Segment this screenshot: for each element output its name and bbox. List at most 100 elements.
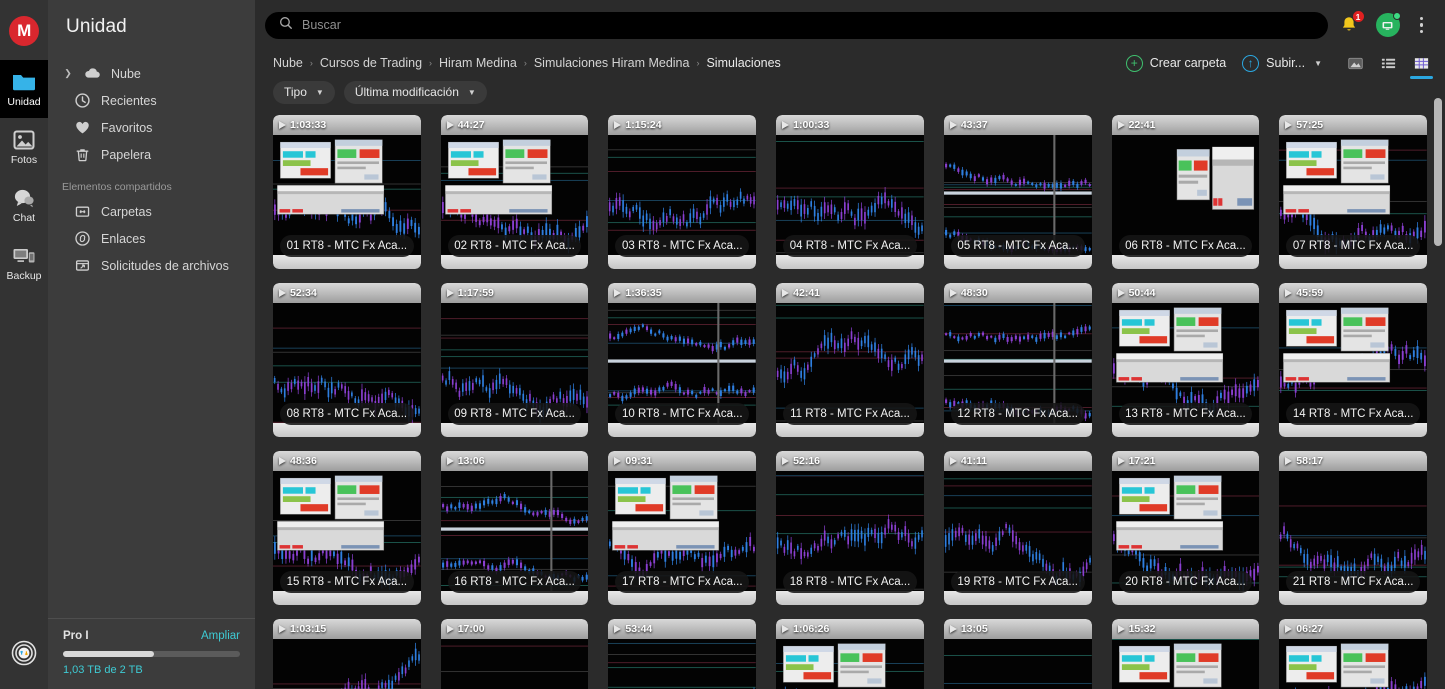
cloud-icon	[84, 65, 101, 82]
file-card[interactable]: 17:21 20 RT8 - MTC Fx Aca...	[1111, 451, 1260, 605]
play-icon	[614, 289, 622, 297]
sidebar-label-carpetas: Carpetas	[101, 204, 152, 219]
rail-item-chat[interactable]: Chat	[0, 176, 48, 234]
plus-circle-icon: +	[1125, 54, 1143, 72]
sidebar-label-papelera: Papelera	[101, 147, 152, 162]
notifications-button[interactable]: 1	[1338, 10, 1365, 36]
breadcrumb-row: Nube › Cursos de Trading › Hiram Medina …	[255, 50, 1445, 79]
file-name-label: 02 RT8 - MTC Fx Aca...	[447, 235, 582, 257]
duration-text: 42:41	[793, 287, 820, 299]
search-input[interactable]: Buscar	[302, 18, 341, 32]
sidebar-item-nube[interactable]: ❯ Nube	[48, 60, 255, 87]
file-card[interactable]: 58:17 21 RT8 - MTC Fx Aca...	[1279, 451, 1427, 605]
more-menu-button[interactable]	[1416, 14, 1428, 37]
rail-item-unidad[interactable]: Unidad	[0, 60, 48, 118]
file-card[interactable]: 1:03:33 01 RT8 - MTC Fx Aca...	[273, 115, 421, 269]
video-duration-badge: 53:44	[614, 623, 652, 635]
list-view-button[interactable]	[1379, 54, 1398, 73]
file-card[interactable]: 1:00:33 04 RT8 - MTC Fx Aca...	[776, 115, 924, 269]
video-duration-badge: 1:06:26	[782, 623, 829, 635]
breadcrumb-item-4[interactable]: Simulaciones	[706, 56, 780, 70]
file-card[interactable]: 1:06:26 25 RT8 - MTC Fx Aca...	[776, 619, 924, 689]
file-name-label: 13 RT8 - MTC Fx Aca...	[1118, 403, 1253, 425]
filter-type[interactable]: Tipo ▼	[273, 80, 335, 104]
filter-last-modified[interactable]: Última modificación ▼	[343, 80, 487, 104]
file-name-label: 07 RT8 - MTC Fx Aca...	[1286, 234, 1420, 257]
file-card[interactable]: 45:59 14 RT8 - MTC Fx Aca...	[1279, 283, 1427, 437]
sidebar-item-favoritos[interactable]: Favoritos	[48, 114, 255, 141]
filter-type-label: Tipo	[284, 85, 307, 99]
gallery-view-button[interactable]	[1346, 54, 1365, 73]
play-icon	[446, 289, 454, 297]
sidebar-item-carpetas[interactable]: Carpetas	[48, 198, 255, 225]
sidebar-item-enlaces[interactable]: Enlaces	[48, 225, 255, 252]
breadcrumb-item-0[interactable]: Nube	[273, 56, 303, 70]
create-folder-button[interactable]: + Crear carpeta	[1125, 54, 1226, 72]
breadcrumb-item-1[interactable]: Cursos de Trading	[320, 56, 422, 70]
rail-item-fotos[interactable]: Fotos	[0, 118, 48, 176]
file-card[interactable]: 41:11 19 RT8 - MTC Fx Aca...	[943, 451, 1092, 605]
play-icon	[782, 625, 790, 633]
file-card[interactable]: 1:03:15 22 RT8 - MTC Fx Aca...	[273, 619, 421, 689]
breadcrumb-separator: ›	[309, 58, 313, 68]
sidebar-item-recientes[interactable]: Recientes	[48, 87, 255, 114]
file-card[interactable]: 1:15:24 03 RT8 - MTC Fx Aca...	[608, 115, 757, 269]
video-duration-badge: 15:32	[1117, 623, 1155, 635]
duration-text: 1:17:59	[457, 287, 494, 299]
search-bar[interactable]: Buscar	[265, 11, 1328, 39]
video-duration-badge: 1:15:24	[614, 119, 662, 131]
window-taskbar-strip	[776, 255, 924, 269]
grid-view-button[interactable]	[1410, 54, 1433, 79]
play-icon	[446, 457, 454, 465]
file-card[interactable]: 09:31 17 RT8 - MTC Fx Aca...	[608, 451, 757, 605]
chevron-right-icon[interactable]: ❯	[62, 68, 74, 79]
file-card[interactable]: 44:27 02 RT8 - MTC Fx Aca...	[440, 115, 589, 269]
folder-actions: + Crear carpeta ↑ Subir... ▼	[1125, 54, 1433, 79]
file-card[interactable]: 42:41 11 RT8 - MTC Fx Aca...	[776, 283, 924, 437]
video-duration-badge: 42:41	[782, 287, 820, 299]
sidebar-item-papelera[interactable]: Papelera	[48, 141, 255, 168]
file-card[interactable]: 13:05 26 RT8 - MTC Fx Aca...	[943, 619, 1092, 689]
transfers-button[interactable]	[0, 640, 48, 671]
avatar[interactable]	[1375, 12, 1401, 37]
duration-text: 44:27	[457, 119, 485, 131]
file-name-label: 21 RT8 - MTC Fx Aca...	[1286, 570, 1420, 593]
play-icon	[279, 121, 286, 129]
file-card[interactable]: 15:32 27 RT8 - MTC Fx Aca...	[1111, 619, 1260, 689]
rail-label-unidad: Unidad	[7, 96, 41, 108]
sidebar-item-solicitudes-de-archivos[interactable]: Solicitudes de archivos	[48, 252, 255, 279]
file-card[interactable]: 57:25 07 RT8 - MTC Fx Aca...	[1279, 115, 1427, 269]
file-card[interactable]: 50:44 13 RT8 - MTC Fx Aca...	[1111, 283, 1260, 437]
file-card[interactable]: 48:36 15 RT8 - MTC Fx Aca...	[273, 451, 421, 605]
scrollbar-thumb[interactable]	[1434, 98, 1442, 246]
upgrade-link[interactable]: Ampliar	[201, 630, 240, 642]
rail-item-backup[interactable]: Backup	[0, 234, 48, 292]
file-card[interactable]: 43:37 05 RT8 - MTC Fx Aca...	[943, 115, 1092, 269]
window-taskbar-strip	[943, 591, 1092, 605]
file-card[interactable]: 52:16 18 RT8 - MTC Fx Aca...	[776, 451, 924, 605]
file-card[interactable]: 17:00 23 RT8 - MTC Fx Aca...	[440, 619, 589, 689]
file-card[interactable]: 1:17:59 09 RT8 - MTC Fx Aca...	[440, 283, 589, 437]
file-card[interactable]: 06:27 28 RT8 - MTC Fx Aca...	[1279, 619, 1427, 689]
breadcrumb-item-3[interactable]: Simulaciones Hiram Medina	[534, 56, 690, 70]
chevron-down-icon[interactable]: ▼	[1314, 59, 1322, 68]
file-card[interactable]: 48:30 12 RT8 - MTC Fx Aca...	[943, 283, 1092, 437]
file-card[interactable]: 52:34 08 RT8 - MTC Fx Aca...	[273, 283, 421, 437]
file-card[interactable]: 53:44 24 RT8 - MTC Fx Aca...	[608, 619, 757, 689]
play-icon	[446, 625, 454, 633]
play-icon	[614, 121, 622, 129]
window-taskbar-strip	[608, 255, 757, 269]
file-name-label: 03 RT8 - MTC Fx Aca...	[615, 235, 750, 257]
file-card[interactable]: 13:06 16 RT8 - MTC Fx Aca...	[440, 451, 589, 605]
storage-quota-text: 1,03 TB de 2 TB	[63, 664, 143, 676]
file-card[interactable]: 1:36:35 10 RT8 - MTC Fx Aca...	[608, 283, 757, 437]
shared-folders-icon	[74, 203, 91, 220]
mega-logo[interactable]: M	[9, 16, 39, 46]
sidebar: Unidad ❯ Nube Recientes Favoritos Papele…	[48, 0, 255, 689]
breadcrumb-item-2[interactable]: Hiram Medina	[439, 56, 517, 70]
upload-button[interactable]: ↑ Subir... ▼	[1242, 54, 1322, 72]
thumbnail-canvas	[608, 639, 757, 689]
file-card[interactable]: 22:41 06 RT8 - MTC Fx Aca...	[1111, 115, 1260, 269]
breadcrumb-separator: ›	[429, 58, 433, 68]
sidebar-label-enlaces: Enlaces	[101, 231, 146, 246]
